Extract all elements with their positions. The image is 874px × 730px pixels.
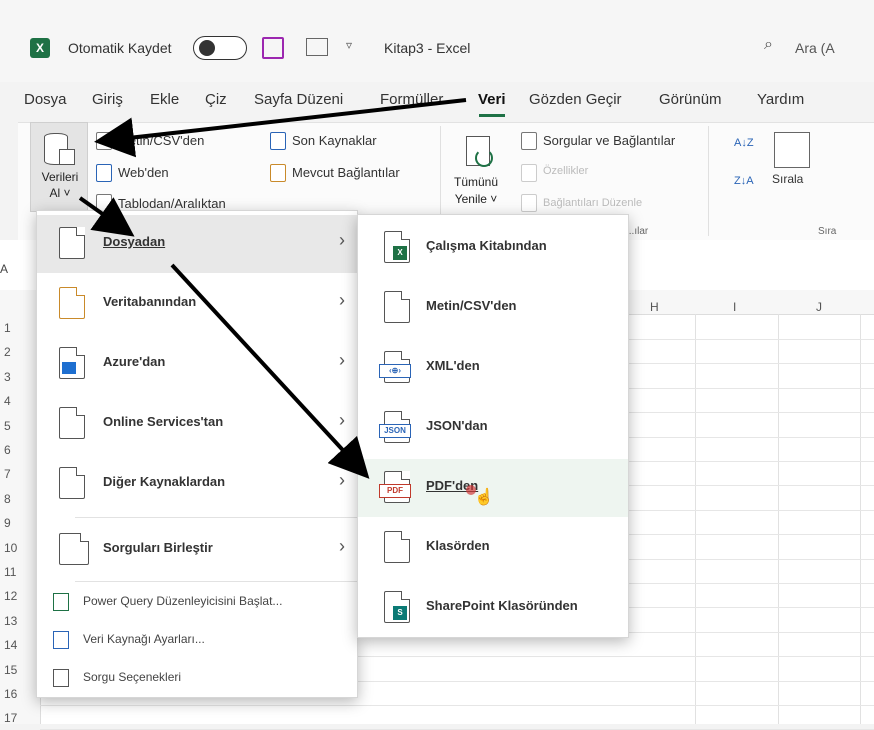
arrow-to-from-pdf (170, 263, 370, 479)
arrow-veri-to-get-data (94, 98, 467, 158)
arrow-to-from-file (78, 196, 135, 237)
annotation-arrows (78, 98, 467, 479)
